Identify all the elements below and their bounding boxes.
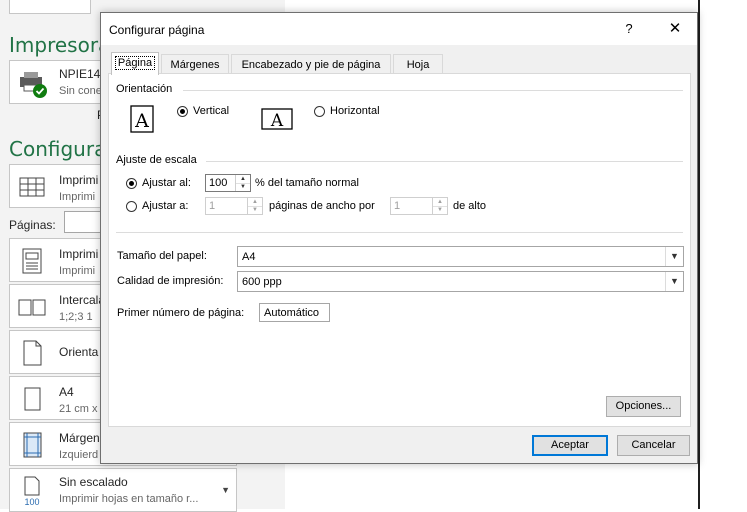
printer-heading: Impresora (9, 33, 111, 57)
print-what-subtitle: Imprimi (59, 191, 96, 203)
tab-sheet[interactable]: Hoja (393, 54, 443, 74)
tab-margins[interactable]: Márgenes (161, 54, 229, 74)
orientation-group-label: Orientación (116, 83, 173, 95)
orientation-title: Orienta (59, 345, 99, 359)
collate-title: Intercala (59, 293, 106, 307)
margins-subtitle: Izquierd (59, 449, 99, 461)
horizontal-label[interactable]: Horizontal (330, 105, 380, 117)
dialog-titlebar[interactable]: Configurar página ? ✕ (101, 13, 697, 45)
dialog-title: Configurar página (109, 23, 205, 37)
page-setup-dialog: Configurar página ? ✕ Página Márgenes En… (100, 12, 698, 464)
vertical-label[interactable]: Vertical (193, 105, 229, 117)
scaling-subtitle: Imprimir hojas en tamaño r... (59, 493, 199, 505)
fit-wide-suffix: páginas de ancho por (269, 200, 375, 212)
print-what-title: Imprimi (59, 173, 99, 187)
chevron-down-icon[interactable]: ▼ (665, 272, 683, 291)
sides-title: Imprimi (59, 247, 99, 261)
scaling-dropdown[interactable]: 100 Sin escalado Imprimir hojas en tamañ… (9, 468, 237, 512)
divider (183, 90, 683, 91)
copies-input[interactable] (9, 0, 91, 14)
print-quality-value: 600 ppp (242, 276, 282, 288)
tab-header-footer[interactable]: Encabezado y pie de página (231, 54, 391, 74)
printer-ready-icon (20, 72, 47, 98)
chevron-down-icon: ▼ (221, 485, 230, 495)
window-edge (698, 0, 700, 509)
fit-wide-spinner[interactable]: 1 ▲ ▼ (205, 197, 263, 215)
portrait-letter: A (134, 110, 149, 132)
adjust-percent-value: 100 (209, 177, 228, 189)
margins-icon (23, 432, 42, 458)
divider (116, 232, 683, 233)
collate-icon (18, 299, 46, 316)
ok-button[interactable]: Aceptar (532, 435, 608, 456)
margins-title: Márgen (59, 431, 100, 445)
scaling-icon: 100 (24, 476, 40, 507)
print-quality-select[interactable]: 600 ppp ▼ (237, 271, 684, 292)
paper-size-icon (24, 387, 41, 411)
close-button[interactable]: ✕ (659, 19, 691, 39)
vertical-radio[interactable] (177, 106, 188, 117)
horizontal-radio[interactable] (314, 106, 325, 117)
options-button[interactable]: Opciones... (606, 396, 681, 417)
scaling-group-label: Ajuste de escala (116, 154, 197, 166)
chevron-down-icon[interactable]: ▼ (665, 247, 683, 266)
first-page-label: Primer número de página: (117, 307, 245, 319)
help-button[interactable]: ? (615, 19, 643, 39)
scaling-badge: 100 (24, 497, 39, 507)
document-lines-icon (22, 248, 42, 274)
landscape-letter: A (270, 111, 284, 131)
fit-tall-value: 1 (394, 200, 401, 212)
page-tab-panel: Orientación A Vertical A Horizontal Ajus… (108, 73, 691, 427)
fit-wide-value: 1 (209, 200, 216, 212)
adjust-percent-suffix: % del tamaño normal (255, 177, 359, 189)
printer-status: Sin cone (59, 85, 102, 97)
grid-sheet-icon (19, 177, 45, 197)
spin-down-icon[interactable]: ▼ (433, 206, 447, 214)
collate-subtitle: 1;2;3 1 (59, 311, 93, 323)
divider (206, 161, 683, 162)
sides-subtitle: Imprimi (59, 265, 96, 277)
settings-heading: Configura (9, 137, 107, 161)
first-page-input[interactable]: Automático (259, 303, 330, 322)
spin-down-icon[interactable]: ▼ (248, 206, 262, 214)
paper-size-select[interactable]: A4 ▼ (237, 246, 684, 267)
paper-size-subtitle: 21 cm x (59, 403, 98, 415)
adjust-percent-spinner[interactable]: 100 ▲ ▼ (205, 174, 251, 192)
paper-size-label: Tamaño del papel: (117, 250, 207, 262)
print-quality-label: Calidad de impresión: (117, 275, 224, 287)
fit-to-radio[interactable] (126, 201, 137, 212)
page-portrait-icon (23, 340, 42, 366)
fit-tall-suffix: de alto (453, 200, 487, 212)
paper-size-title: A4 (59, 385, 74, 399)
cancel-button[interactable]: Cancelar (617, 435, 690, 456)
scaling-title: Sin escalado (59, 475, 128, 489)
fit-to-label[interactable]: Ajustar a: (142, 200, 188, 212)
landscape-page-icon: A (261, 108, 293, 131)
fit-tall-spinner[interactable]: 1 ▲ ▼ (390, 197, 448, 215)
tab-page-label: Página (114, 56, 156, 70)
portrait-page-icon: A (130, 105, 154, 133)
pages-label: Páginas: (9, 218, 56, 232)
tab-page[interactable]: Página (111, 52, 159, 75)
spin-down-icon[interactable]: ▼ (236, 183, 250, 191)
adjust-to-label[interactable]: Ajustar al: (142, 177, 191, 189)
adjust-to-radio[interactable] (126, 178, 137, 189)
paper-size-value: A4 (242, 251, 256, 263)
